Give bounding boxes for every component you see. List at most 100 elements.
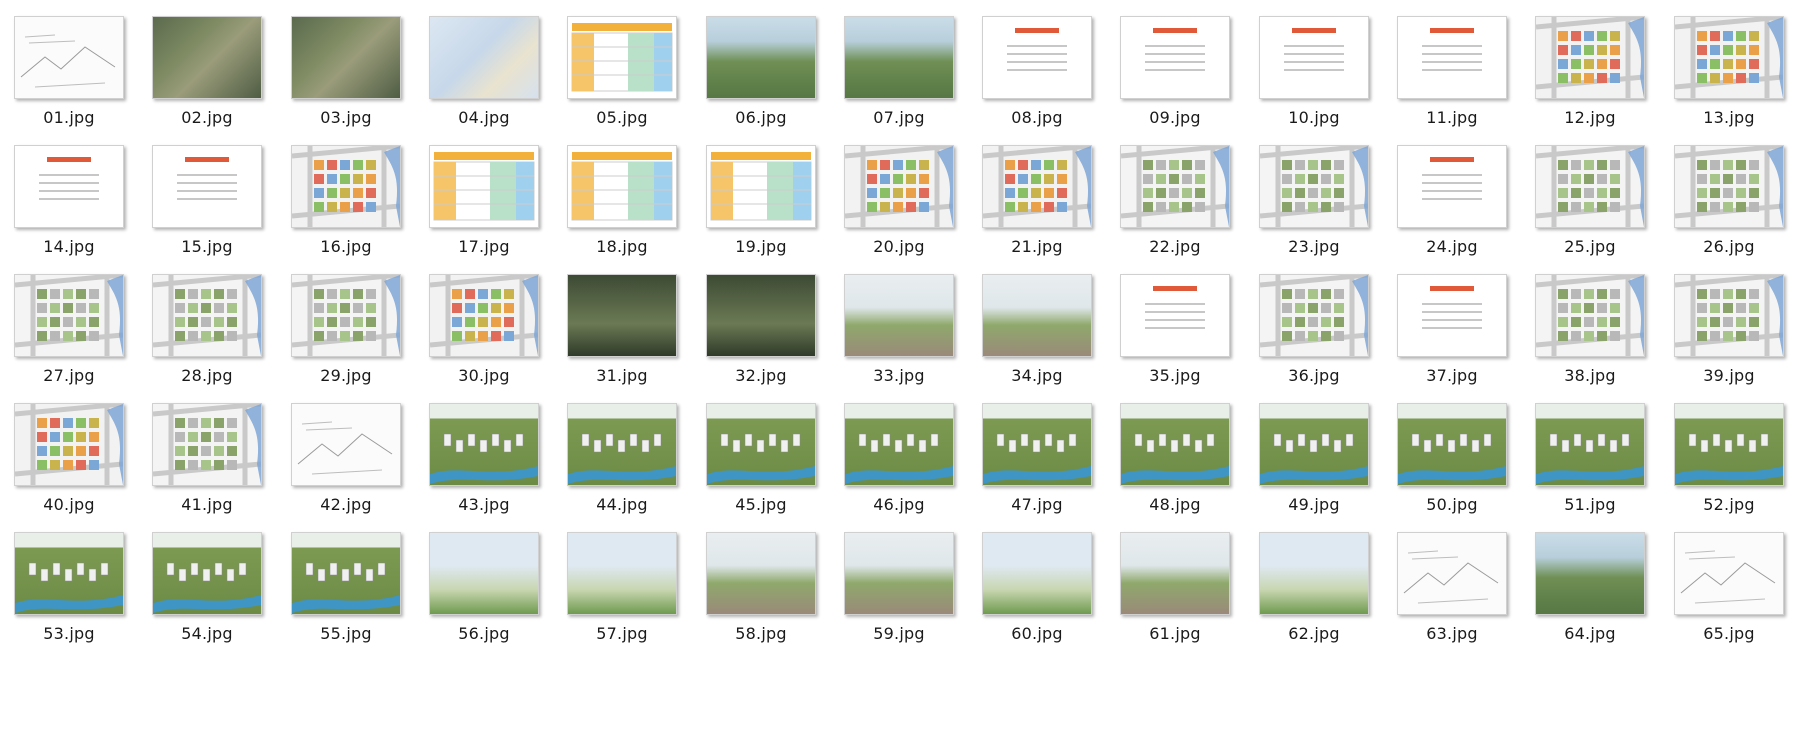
image-thumbnail[interactable] — [1259, 145, 1369, 228]
file-thumbnail-item[interactable]: 60.jpg — [968, 532, 1106, 678]
file-thumbnail-item[interactable]: 43.jpg — [415, 403, 553, 549]
image-thumbnail[interactable] — [1674, 145, 1784, 228]
image-thumbnail[interactable] — [982, 403, 1092, 486]
image-thumbnail[interactable] — [982, 532, 1092, 615]
file-thumbnail-item[interactable]: 04.jpg — [415, 16, 553, 162]
image-thumbnail[interactable] — [1259, 403, 1369, 486]
image-thumbnail[interactable] — [706, 145, 816, 228]
image-thumbnail[interactable] — [1535, 145, 1645, 228]
file-thumbnail-item[interactable]: 49.jpg — [1245, 403, 1383, 549]
image-thumbnail[interactable] — [567, 403, 677, 486]
image-thumbnail[interactable] — [429, 403, 539, 486]
image-thumbnail[interactable] — [152, 403, 262, 486]
image-thumbnail[interactable] — [14, 274, 124, 357]
file-thumbnail-item[interactable]: 25.jpg — [1521, 145, 1659, 291]
image-thumbnail[interactable] — [1397, 16, 1507, 99]
image-thumbnail[interactable] — [1535, 532, 1645, 615]
image-thumbnail[interactable] — [567, 274, 677, 357]
file-thumbnail-item[interactable]: 39.jpg — [1660, 274, 1798, 420]
file-thumbnail-item[interactable]: 51.jpg — [1521, 403, 1659, 549]
image-thumbnail[interactable] — [291, 532, 401, 615]
file-thumbnail-item[interactable]: 65.jpg — [1660, 532, 1798, 678]
image-thumbnail[interactable] — [706, 403, 816, 486]
image-thumbnail[interactable] — [14, 403, 124, 486]
image-thumbnail[interactable] — [1259, 274, 1369, 357]
file-thumbnail-item[interactable]: 58.jpg — [692, 532, 830, 678]
file-thumbnail-item[interactable]: 03.jpg — [277, 16, 415, 162]
image-thumbnail[interactable] — [1397, 403, 1507, 486]
image-thumbnail[interactable] — [429, 145, 539, 228]
image-thumbnail[interactable] — [429, 274, 539, 357]
file-thumbnail-item[interactable]: 08.jpg — [968, 16, 1106, 162]
file-thumbnail-item[interactable]: 48.jpg — [1106, 403, 1244, 549]
image-thumbnail[interactable] — [1674, 274, 1784, 357]
file-thumbnail-item[interactable]: 59.jpg — [830, 532, 968, 678]
file-thumbnail-item[interactable]: 18.jpg — [553, 145, 691, 291]
file-thumbnail-item[interactable]: 63.jpg — [1383, 532, 1521, 678]
image-thumbnail[interactable] — [152, 274, 262, 357]
image-thumbnail[interactable] — [152, 145, 262, 228]
image-thumbnail[interactable] — [567, 532, 677, 615]
image-thumbnail[interactable] — [706, 16, 816, 99]
image-thumbnail[interactable] — [1674, 403, 1784, 486]
file-thumbnail-item[interactable]: 15.jpg — [138, 145, 276, 291]
image-thumbnail[interactable] — [706, 532, 816, 615]
image-thumbnail[interactable] — [844, 145, 954, 228]
image-thumbnail[interactable] — [567, 145, 677, 228]
file-thumbnail-item[interactable]: 14.jpg — [0, 145, 138, 291]
file-thumbnail-item[interactable]: 52.jpg — [1660, 403, 1798, 549]
file-thumbnail-item[interactable]: 02.jpg — [138, 16, 276, 162]
image-thumbnail[interactable] — [291, 274, 401, 357]
image-thumbnail[interactable] — [1397, 274, 1507, 357]
file-thumbnail-item[interactable]: 64.jpg — [1521, 532, 1659, 678]
image-thumbnail[interactable] — [291, 403, 401, 486]
image-thumbnail[interactable] — [1120, 274, 1230, 357]
image-thumbnail[interactable] — [14, 145, 124, 228]
file-thumbnail-item[interactable]: 23.jpg — [1245, 145, 1383, 291]
image-thumbnail[interactable] — [429, 532, 539, 615]
file-thumbnail-item[interactable]: 47.jpg — [968, 403, 1106, 549]
image-thumbnail[interactable] — [152, 532, 262, 615]
image-thumbnail[interactable] — [291, 145, 401, 228]
image-thumbnail[interactable] — [982, 145, 1092, 228]
image-thumbnail[interactable] — [1259, 16, 1369, 99]
file-thumbnail-item[interactable]: 37.jpg — [1383, 274, 1521, 420]
image-thumbnail[interactable] — [152, 16, 262, 99]
file-thumbnail-item[interactable]: 29.jpg — [277, 274, 415, 420]
file-thumbnail-item[interactable]: 11.jpg — [1383, 16, 1521, 162]
file-thumbnail-item[interactable]: 46.jpg — [830, 403, 968, 549]
image-thumbnail[interactable] — [1120, 532, 1230, 615]
image-thumbnail[interactable] — [706, 274, 816, 357]
file-thumbnail-item[interactable]: 53.jpg — [0, 532, 138, 678]
file-thumbnail-item[interactable]: 34.jpg — [968, 274, 1106, 420]
file-thumbnail-item[interactable]: 27.jpg — [0, 274, 138, 420]
image-thumbnail[interactable] — [844, 16, 954, 99]
image-thumbnail[interactable] — [1397, 532, 1507, 615]
file-thumbnail-item[interactable]: 36.jpg — [1245, 274, 1383, 420]
file-thumbnail-item[interactable]: 57.jpg — [553, 532, 691, 678]
image-thumbnail[interactable] — [1259, 532, 1369, 615]
file-thumbnail-item[interactable]: 26.jpg — [1660, 145, 1798, 291]
image-thumbnail[interactable] — [982, 16, 1092, 99]
image-thumbnail[interactable] — [844, 532, 954, 615]
file-thumbnail-item[interactable]: 24.jpg — [1383, 145, 1521, 291]
image-thumbnail[interactable] — [291, 16, 401, 99]
file-thumbnail-item[interactable]: 45.jpg — [692, 403, 830, 549]
image-thumbnail[interactable] — [1535, 403, 1645, 486]
image-thumbnail[interactable] — [14, 532, 124, 615]
file-thumbnail-item[interactable]: 17.jpg — [415, 145, 553, 291]
image-thumbnail[interactable] — [1397, 145, 1507, 228]
image-thumbnail[interactable] — [1674, 532, 1784, 615]
file-thumbnail-item[interactable]: 01.jpg — [0, 16, 138, 162]
file-thumbnail-item[interactable]: 55.jpg — [277, 532, 415, 678]
image-thumbnail[interactable] — [14, 16, 124, 99]
file-thumbnail-item[interactable]: 10.jpg — [1245, 16, 1383, 162]
file-thumbnail-item[interactable]: 38.jpg — [1521, 274, 1659, 420]
file-thumbnail-item[interactable]: 41.jpg — [138, 403, 276, 549]
file-thumbnail-item[interactable]: 61.jpg — [1106, 532, 1244, 678]
image-thumbnail[interactable] — [429, 16, 539, 99]
file-thumbnail-item[interactable]: 33.jpg — [830, 274, 968, 420]
file-thumbnail-item[interactable]: 40.jpg — [0, 403, 138, 549]
file-thumbnail-item[interactable]: 28.jpg — [138, 274, 276, 420]
file-thumbnail-item[interactable]: 30.jpg — [415, 274, 553, 420]
